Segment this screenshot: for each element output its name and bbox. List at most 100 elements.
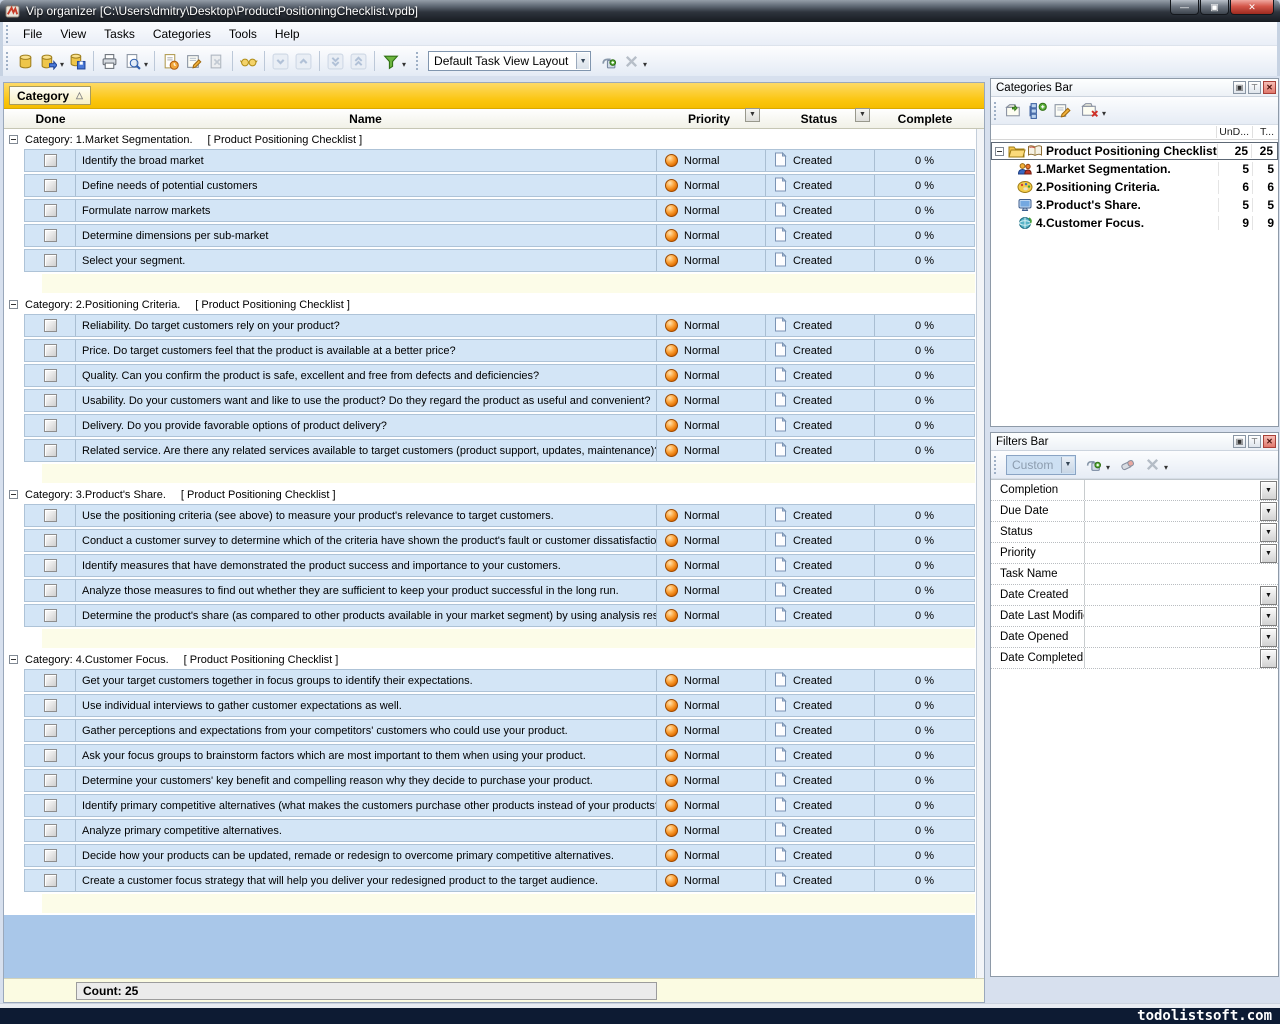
status-filter-icon[interactable]: ▼ xyxy=(855,108,870,122)
task-checkbox[interactable] xyxy=(44,344,57,357)
task-priority-cell[interactable]: Normal xyxy=(657,820,766,841)
task-checkbox[interactable] xyxy=(44,394,57,407)
table-row[interactable]: Use the positioning criteria (see above)… xyxy=(24,504,975,527)
move-down-icon[interactable] xyxy=(269,50,292,72)
task-checkbox[interactable] xyxy=(44,699,57,712)
task-name-cell[interactable]: Determine your customers' key benefit an… xyxy=(76,770,657,791)
edit-task-icon[interactable] xyxy=(182,50,205,72)
task-priority-cell[interactable]: Normal xyxy=(657,670,766,691)
task-priority-cell[interactable]: Normal xyxy=(657,795,766,816)
table-row[interactable]: Reliability. Do target customers rely on… xyxy=(24,314,975,337)
task-name-cell[interactable]: Determine the product's share (as compar… xyxy=(76,605,657,626)
column-header-priority[interactable]: Priority ▼ xyxy=(654,112,764,126)
vertical-scrollbar[interactable] xyxy=(976,129,984,978)
task-checkbox[interactable] xyxy=(44,749,57,762)
clear-filter-icon[interactable] xyxy=(1116,454,1140,476)
task-status-cell[interactable]: Created xyxy=(766,795,875,816)
task-checkbox[interactable] xyxy=(44,179,57,192)
table-row[interactable]: Determine your customers' key benefit an… xyxy=(24,769,975,792)
task-status-cell[interactable]: Created xyxy=(766,530,875,551)
group-by-category-chip[interactable]: Category △ xyxy=(9,86,91,105)
save-layout-icon[interactable] xyxy=(597,50,620,72)
task-priority-cell[interactable]: Normal xyxy=(657,365,766,386)
table-row[interactable]: Determine dimensions per sub-marketNorma… xyxy=(24,224,975,247)
add-subcategory-icon[interactable] xyxy=(1026,100,1050,122)
table-row[interactable]: Analyze those measures to find out wheth… xyxy=(24,579,975,602)
print-preview-dropdown-icon[interactable]: ▾ xyxy=(144,60,148,69)
filter-preset-combo-arrow-icon[interactable]: ▼ xyxy=(1061,457,1074,473)
column-header-name[interactable]: Name xyxy=(77,112,654,126)
add-category-icon[interactable] xyxy=(1002,100,1026,122)
task-checkbox[interactable] xyxy=(44,319,57,332)
priority-filter-icon[interactable]: ▼ xyxy=(745,108,760,122)
tree-item-root[interactable]: Product Positioning Checklist2525 xyxy=(991,142,1278,160)
task-priority-cell[interactable]: Normal xyxy=(657,555,766,576)
task-status-cell[interactable]: Created xyxy=(766,175,875,196)
task-name-cell[interactable]: Quality. Can you confirm the product is … xyxy=(76,365,657,386)
task-checkbox[interactable] xyxy=(44,254,57,267)
task-priority-cell[interactable]: Normal xyxy=(657,695,766,716)
filter-value-input[interactable] xyxy=(1085,585,1260,605)
tree-column-total[interactable]: T... xyxy=(1252,126,1278,138)
tree-item-category[interactable]: 2.Positioning Criteria.66 xyxy=(991,178,1278,196)
table-row[interactable]: Select your segment.NormalCreated0 % xyxy=(24,249,975,272)
task-checkbox[interactable] xyxy=(44,799,57,812)
task-checkbox[interactable] xyxy=(44,369,57,382)
task-priority-cell[interactable]: Normal xyxy=(657,340,766,361)
task-name-cell[interactable]: Identify primary competitive alternative… xyxy=(76,795,657,816)
table-row[interactable]: Related service. Are there any related s… xyxy=(24,439,975,462)
menu-item-help[interactable]: Help xyxy=(266,23,309,45)
group-header-row[interactable]: Category: 3.Product's Share.[ Product Po… xyxy=(4,486,984,503)
filter-value-input[interactable] xyxy=(1085,606,1260,626)
filter-dropdown-icon[interactable]: ▼ xyxy=(1260,628,1277,647)
table-row[interactable]: Create a customer focus strategy that wi… xyxy=(24,869,975,892)
task-name-cell[interactable]: Use individual interviews to gather cust… xyxy=(76,695,657,716)
task-priority-cell[interactable]: Normal xyxy=(657,175,766,196)
delete-filter-icon[interactable] xyxy=(1140,454,1164,476)
move-top-icon[interactable] xyxy=(347,50,370,72)
task-status-cell[interactable]: Created xyxy=(766,605,875,626)
table-row[interactable]: Identify the broad marketNormalCreated0 … xyxy=(24,149,975,172)
print-preview-icon[interactable] xyxy=(121,50,144,72)
task-priority-cell[interactable]: Normal xyxy=(657,605,766,626)
delete-task-icon[interactable] xyxy=(205,50,228,72)
filter-dropdown-icon[interactable]: ▼ xyxy=(1260,502,1277,521)
tree-item-category[interactable]: 1.Market Segmentation.55 xyxy=(991,160,1278,178)
column-header-done[interactable]: Done xyxy=(24,112,77,126)
table-row[interactable]: Ask your focus groups to brainstorm fact… xyxy=(24,744,975,767)
table-row[interactable]: Analyze primary competitive alternatives… xyxy=(24,819,975,842)
task-checkbox[interactable] xyxy=(44,534,57,547)
task-status-cell[interactable]: Created xyxy=(766,150,875,171)
table-row[interactable]: Quality. Can you confirm the product is … xyxy=(24,364,975,387)
table-row[interactable]: Identify primary competitive alternative… xyxy=(24,794,975,817)
open-database-dropdown-icon[interactable]: ▾ xyxy=(60,60,64,69)
task-priority-cell[interactable]: Normal xyxy=(657,250,766,271)
task-checkbox[interactable] xyxy=(44,154,57,167)
filter-value-input[interactable] xyxy=(1085,501,1260,521)
collapse-group-icon[interactable] xyxy=(9,490,18,499)
task-checkbox[interactable] xyxy=(44,584,57,597)
task-name-cell[interactable]: Price. Do target customers feel that the… xyxy=(76,340,657,361)
task-status-cell[interactable]: Created xyxy=(766,720,875,741)
column-header-status[interactable]: Status ▼ xyxy=(764,112,874,126)
tree-column-undone[interactable]: UnD... xyxy=(1216,126,1252,138)
tree-item-category[interactable]: 4.Customer Focus.99 xyxy=(991,214,1278,232)
task-checkbox[interactable] xyxy=(44,774,57,787)
filter-dropdown-icon[interactable]: ▼ xyxy=(1260,649,1277,668)
task-status-cell[interactable]: Created xyxy=(766,745,875,766)
filter-dropdown-icon[interactable]: ▼ xyxy=(1260,607,1277,626)
filters-bar-header[interactable]: Filters Bar ▣ ⊤ ✕ xyxy=(991,433,1278,451)
task-priority-cell[interactable]: Normal xyxy=(657,150,766,171)
task-status-cell[interactable]: Created xyxy=(766,340,875,361)
task-status-cell[interactable]: Created xyxy=(766,820,875,841)
table-row[interactable]: Price. Do target customers feel that the… xyxy=(24,339,975,362)
task-status-cell[interactable]: Created xyxy=(766,695,875,716)
task-status-cell[interactable]: Created xyxy=(766,225,875,246)
task-name-cell[interactable]: Define needs of potential customers xyxy=(76,175,657,196)
layout-toolbar-dropdown-icon[interactable]: ▾ xyxy=(643,60,647,69)
save-database-icon[interactable] xyxy=(66,50,89,72)
categories-bar-header[interactable]: Categories Bar ▣ ⊤ ✕ xyxy=(991,79,1278,97)
task-status-cell[interactable]: Created xyxy=(766,845,875,866)
panel-pin-icon[interactable]: ⊤ xyxy=(1248,81,1261,94)
task-name-cell[interactable]: Related service. Are there any related s… xyxy=(76,440,657,461)
